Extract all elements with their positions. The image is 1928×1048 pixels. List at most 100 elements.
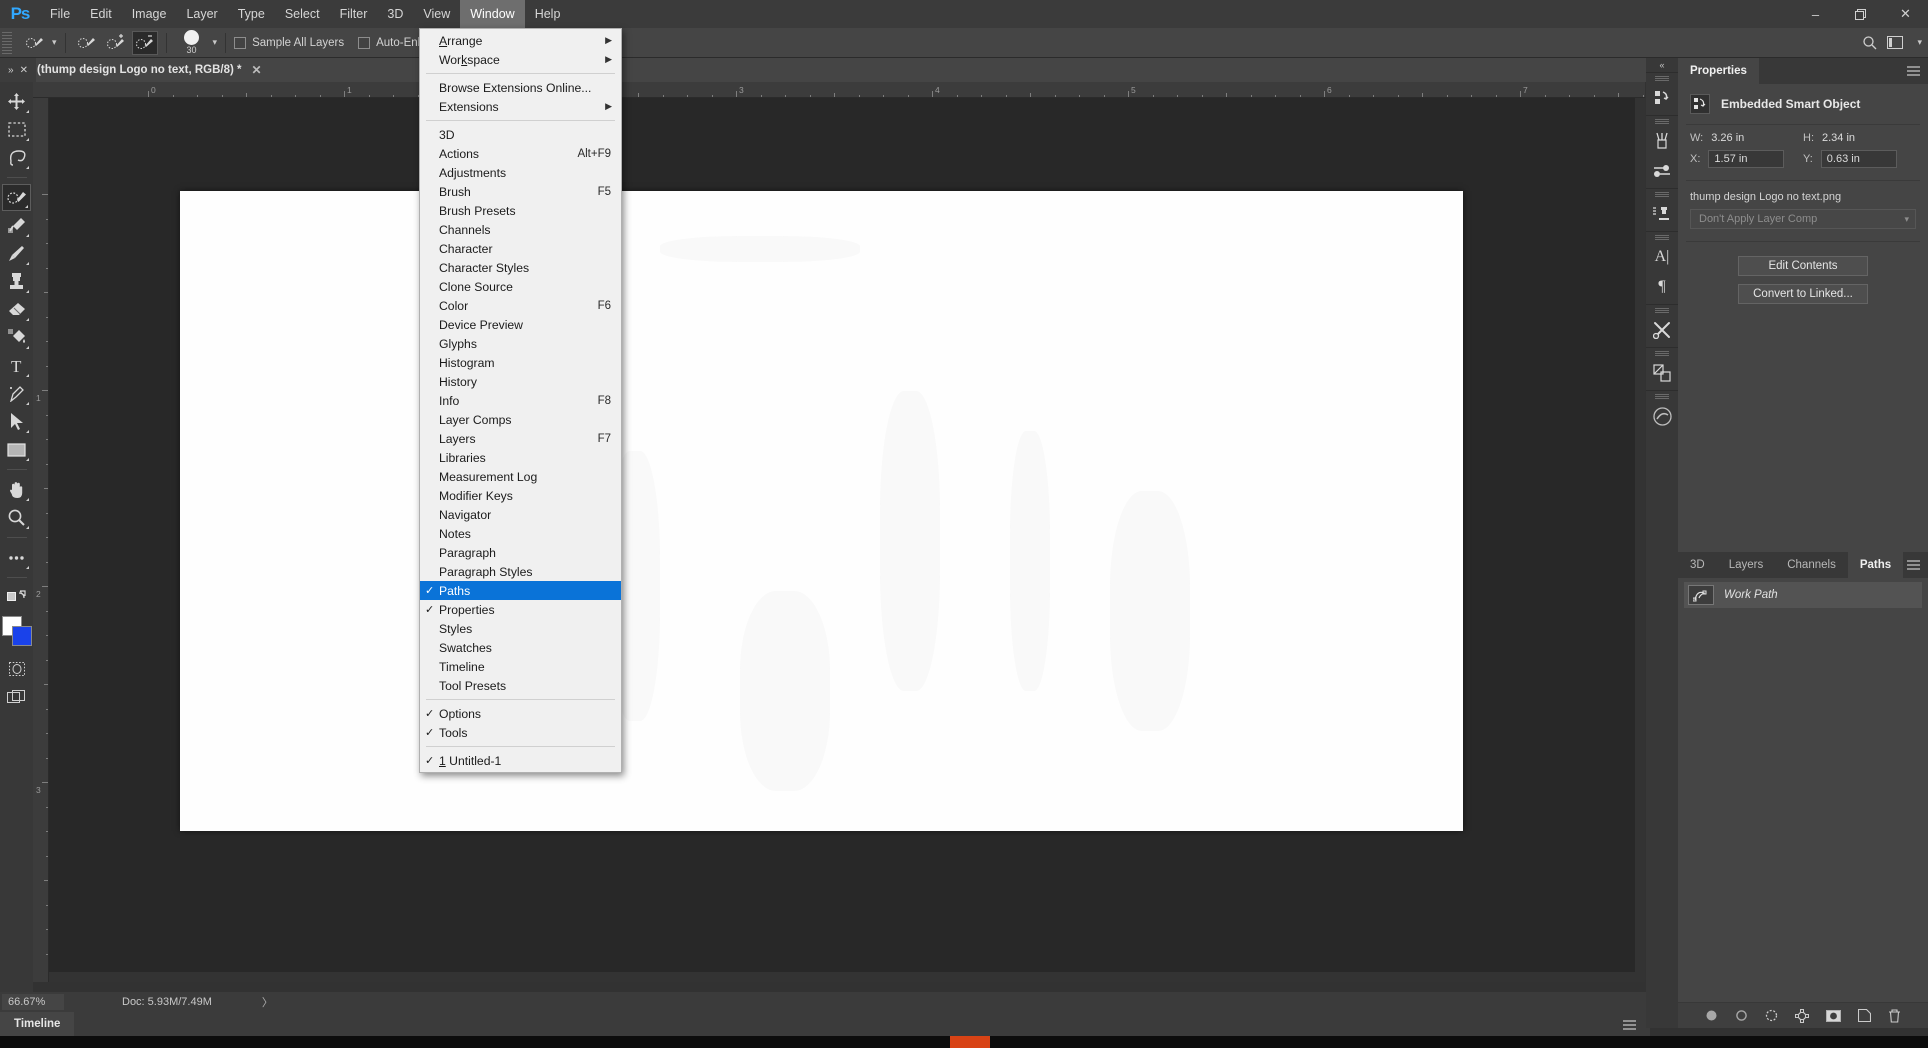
window-menu-item-adjustments[interactable]: Adjustments xyxy=(420,163,621,182)
screen-mode-icon[interactable] xyxy=(2,683,31,710)
new-path-icon[interactable] xyxy=(1858,1009,1871,1022)
pen-tool[interactable] xyxy=(2,380,31,407)
menu-window[interactable]: Window xyxy=(460,0,524,28)
menu-3d[interactable]: 3D xyxy=(377,0,413,28)
background-color-swatch[interactable] xyxy=(12,626,32,646)
window-menu-item-options[interactable]: ✓Options xyxy=(420,704,621,723)
rail-grip-2[interactable] xyxy=(1655,119,1669,124)
current-tool-icon[interactable] xyxy=(22,31,48,55)
paint-bucket-tool[interactable] xyxy=(2,324,31,351)
window-menu-item-timeline[interactable]: Timeline xyxy=(420,657,621,676)
canvas-vertical-scrollbar[interactable] xyxy=(1635,98,1645,982)
eyedropper-tool[interactable] xyxy=(2,212,31,239)
zoom-tool[interactable] xyxy=(2,504,31,531)
window-menu-item-layers[interactable]: LayersF7 xyxy=(420,429,621,448)
window-menu-item-brush-presets[interactable]: Brush Presets xyxy=(420,201,621,220)
load-selection-icon[interactable] xyxy=(1765,1009,1778,1022)
window-menu-item-paragraph[interactable]: Paragraph xyxy=(420,543,621,562)
marquee-tool[interactable] xyxy=(2,116,31,143)
canvas-horizontal-scrollbar[interactable] xyxy=(49,972,1645,982)
window-menu-item-arrange[interactable]: Arrange▶ xyxy=(420,31,621,50)
window-menu-item-history[interactable]: History xyxy=(420,372,621,391)
checkbox-box[interactable] xyxy=(358,37,370,49)
window-menu-item-info[interactable]: InfoF8 xyxy=(420,391,621,410)
window-menu-item-swatches[interactable]: Swatches xyxy=(420,638,621,657)
window-menu-item-tool-presets[interactable]: Tool Presets xyxy=(420,676,621,695)
delete-path-icon[interactable] xyxy=(1888,1009,1901,1023)
rail-grip-6[interactable] xyxy=(1655,351,1669,356)
menu-type[interactable]: Type xyxy=(228,0,275,28)
workspace-chevron-icon[interactable]: ▾ xyxy=(1917,37,1922,48)
path-selection-tool[interactable] xyxy=(2,408,31,435)
properties-panel-menu-icon[interactable] xyxy=(1907,64,1920,82)
window-menu-item-properties[interactable]: ✓Properties xyxy=(420,600,621,619)
window-menu-item-color[interactable]: ColorF6 xyxy=(420,296,621,315)
table-row[interactable]: Work Path xyxy=(1684,582,1922,608)
move-tool[interactable] xyxy=(2,88,31,115)
close-panel-icon[interactable]: ✕ xyxy=(20,65,28,76)
fill-path-icon[interactable] xyxy=(1705,1009,1718,1022)
checkbox-box[interactable] xyxy=(234,37,246,49)
window-menu-item-channels[interactable]: Channels xyxy=(420,220,621,239)
menu-file[interactable]: File xyxy=(40,0,80,28)
rail-grip-7[interactable] xyxy=(1655,394,1669,399)
window-menu-item-styles[interactable]: Styles xyxy=(420,619,621,638)
options-bar-grip[interactable] xyxy=(2,32,12,54)
expand-panels-icon[interactable]: » xyxy=(8,65,14,76)
window-menu-item-actions[interactable]: ActionsAlt+F9 xyxy=(420,144,621,163)
menu-filter[interactable]: Filter xyxy=(330,0,378,28)
window-menu-item-paragraph-styles[interactable]: Paragraph Styles xyxy=(420,562,621,581)
window-menu-item-character[interactable]: Character xyxy=(420,239,621,258)
add-layer-mask-icon[interactable] xyxy=(1826,1010,1841,1022)
rail-grip[interactable] xyxy=(1655,76,1669,81)
document-tab-close-icon[interactable]: ✕ xyxy=(252,63,262,77)
document-canvas[interactable] xyxy=(180,191,1463,831)
tab-3d[interactable]: 3D xyxy=(1678,552,1717,578)
tab-paths[interactable]: Paths xyxy=(1848,552,1903,578)
selection-add-icon[interactable] xyxy=(103,31,129,55)
zoom-level-field[interactable]: 66.67% xyxy=(2,994,64,1010)
convert-to-linked-button[interactable]: Convert to Linked... xyxy=(1738,284,1868,304)
window-menu-item-1-untitled-1[interactable]: ✓1 Untitled-1 xyxy=(420,751,621,770)
type-tool[interactable]: T xyxy=(2,352,31,379)
paragraph-icon[interactable]: ¶ xyxy=(1647,272,1677,302)
edit-toolbar-tool[interactable] xyxy=(2,544,31,571)
timeline-panel-menu-icon[interactable] xyxy=(1623,1018,1636,1036)
window-menu-item-paths[interactable]: ✓Paths xyxy=(420,581,621,600)
window-menu-item-navigator[interactable]: Navigator xyxy=(420,505,621,524)
quick-mask-icon[interactable] xyxy=(2,655,31,682)
lasso-tool[interactable] xyxy=(2,144,31,171)
rail-grip-5[interactable] xyxy=(1655,308,1669,313)
tab-timeline[interactable]: Timeline xyxy=(0,1012,74,1036)
minimize-button[interactable]: – xyxy=(1793,0,1838,28)
paths-panel-menu-icon[interactable] xyxy=(1907,558,1920,576)
collapse-panels-icon[interactable]: « xyxy=(1646,58,1678,72)
rectangle-tool[interactable] xyxy=(2,436,31,463)
window-menu-item-device-preview[interactable]: Device Preview xyxy=(420,315,621,334)
brush-size-control[interactable]: 30 xyxy=(175,30,209,55)
window-menu-item-extensions[interactable]: Extensions▶ xyxy=(420,97,621,116)
checkbox-sample-all-layers[interactable]: Sample All Layers xyxy=(234,37,344,49)
hand-tool[interactable] xyxy=(2,476,31,503)
creative-cloud-icon[interactable] xyxy=(1647,401,1677,431)
make-work-path-icon[interactable] xyxy=(1795,1009,1809,1023)
stroke-path-icon[interactable] xyxy=(1735,1009,1748,1022)
menu-help[interactable]: Help xyxy=(525,0,571,28)
default-colors-icon[interactable] xyxy=(2,584,31,611)
quick-selection-tool[interactable] xyxy=(2,184,31,211)
clone-stamp-tool[interactable] xyxy=(2,268,31,295)
color-swatches[interactable] xyxy=(1,616,33,648)
window-menu-item-histogram[interactable]: Histogram xyxy=(420,353,621,372)
document-tab[interactable]: ed-1 @ 66.7% (thump design Logo no text,… xyxy=(0,58,270,82)
selection-subtract-icon[interactable] xyxy=(132,31,158,55)
window-menu-item-measurement-log[interactable]: Measurement Log xyxy=(420,467,621,486)
window-menu-item-3d[interactable]: 3D xyxy=(420,125,621,144)
brush-settings-icon[interactable] xyxy=(1647,156,1677,186)
tab-properties[interactable]: Properties xyxy=(1678,58,1759,84)
layer-comp-select[interactable]: Don't Apply Layer Comp ▾ xyxy=(1690,209,1916,229)
window-menu-item-libraries[interactable]: Libraries xyxy=(420,448,621,467)
clone-source-icon[interactable] xyxy=(1647,199,1677,229)
workspace-switcher-icon[interactable] xyxy=(1887,36,1903,49)
tab-layers[interactable]: Layers xyxy=(1717,552,1776,578)
panel-collapse-bar[interactable]: » ✕ xyxy=(0,58,36,82)
